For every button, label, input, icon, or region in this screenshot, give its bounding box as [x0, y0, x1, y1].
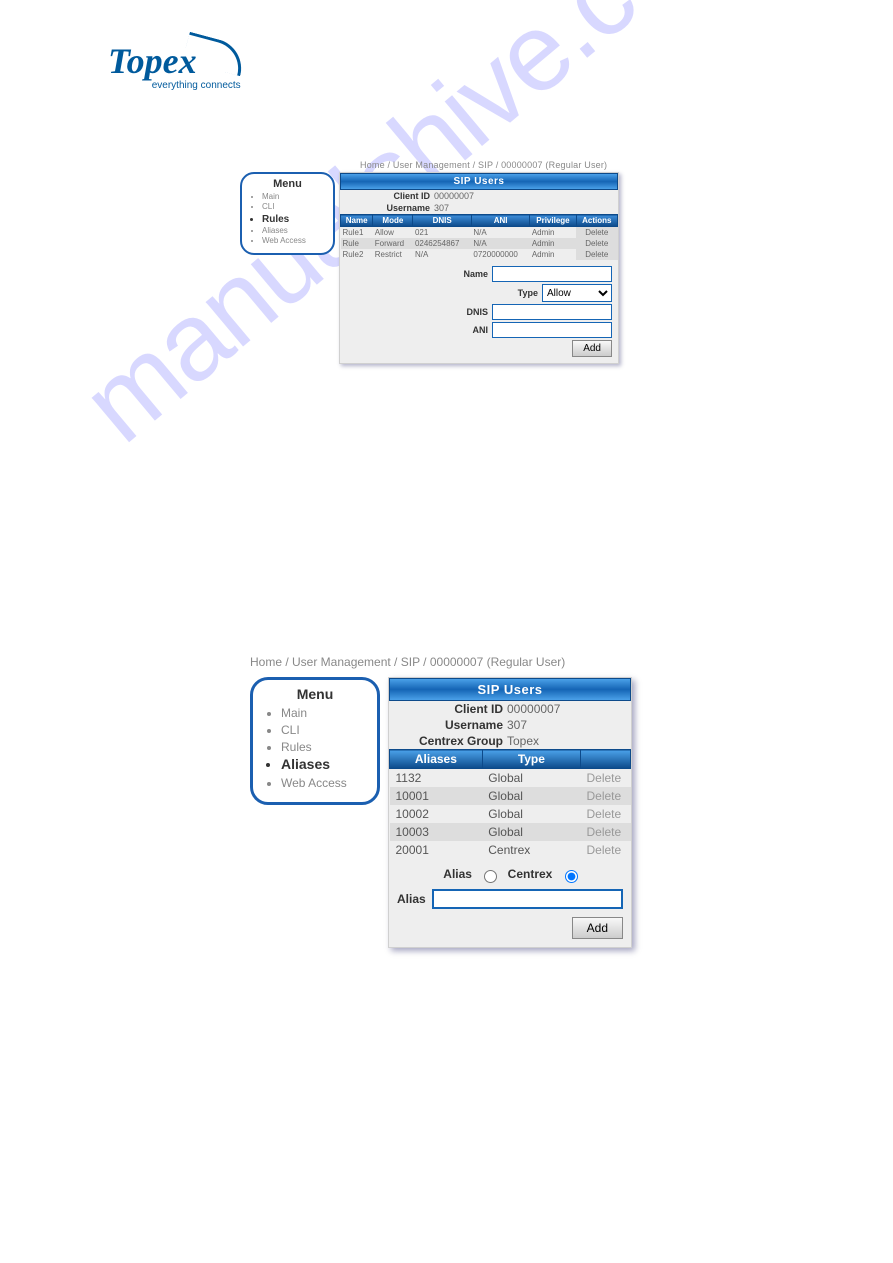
alias-input[interactable]	[432, 889, 623, 909]
ani-input[interactable]	[492, 322, 612, 338]
col-act: Actions	[576, 215, 617, 227]
menu-item-rules[interactable]: Rules	[262, 213, 327, 226]
radio-centrex-label: Centrex	[508, 867, 553, 881]
menu-title: Menu	[263, 686, 367, 702]
sip-users-panel: SIP Users Client ID00000007 Username307 …	[339, 172, 619, 364]
side-menu: Menu Main CLI Rules Aliases Web Access	[250, 677, 380, 805]
delete-link[interactable]: Delete	[581, 841, 631, 859]
centrex-label: Centrex Group	[397, 734, 507, 748]
delete-link[interactable]: Delete	[576, 249, 617, 260]
radio-alias-label: Alias	[443, 867, 472, 881]
alias-input-label: Alias	[397, 892, 426, 906]
username-label: Username	[397, 718, 507, 732]
rules-table: Name Mode DNIS ANI Privilege Actions Rul…	[340, 214, 618, 260]
username-value: 307	[507, 718, 527, 732]
radio-centrex[interactable]	[565, 870, 578, 883]
table-row: 10002 Global Delete	[390, 805, 631, 823]
username-label: Username	[344, 203, 434, 213]
table-row: Rule1 Allow 021 N/A Admin Delete	[341, 227, 618, 239]
add-button[interactable]: Add	[572, 917, 623, 939]
col-priv: Privilege	[530, 215, 576, 227]
client-id-value: 00000007	[507, 702, 560, 716]
dnis-label: DNIS	[466, 307, 488, 317]
table-row: 10003 Global Delete	[390, 823, 631, 841]
menu-title: Menu	[248, 178, 327, 190]
delete-link[interactable]: Delete	[581, 787, 631, 805]
menu-list: Main CLI Rules Aliases Web Access	[263, 705, 367, 792]
client-id-label: Client ID	[344, 191, 434, 201]
breadcrumb: Home / User Management / SIP / 00000007 …	[250, 655, 632, 669]
type-label: Type	[518, 288, 538, 298]
delete-link[interactable]: Delete	[581, 805, 631, 823]
name-input[interactable]	[492, 266, 612, 282]
client-id-label: Client ID	[397, 702, 507, 716]
dnis-input[interactable]	[492, 304, 612, 320]
topex-logo: Topex everything connects	[108, 40, 245, 91]
col-name: Name	[341, 215, 373, 227]
menu-item-main[interactable]: Main	[281, 705, 367, 722]
client-id-value: 00000007	[434, 191, 474, 201]
rule-form: Name Type Allow DNIS ANI Add	[340, 260, 618, 363]
rules-section: Home / User Management / SIP / 00000007 …	[240, 160, 619, 364]
alias-type-radios: Alias Centrex	[393, 867, 627, 883]
username-value: 307	[434, 203, 449, 213]
menu-item-aliases[interactable]: Aliases	[281, 755, 367, 775]
table-row: 20001 Centrex Delete	[390, 841, 631, 859]
radio-alias[interactable]	[484, 870, 497, 883]
type-select[interactable]: Allow	[542, 284, 612, 302]
delete-link[interactable]: Delete	[576, 238, 617, 249]
add-button[interactable]: Add	[572, 340, 612, 357]
delete-link[interactable]: Delete	[581, 769, 631, 788]
panel-title: SIP Users	[340, 173, 618, 190]
side-menu: Menu Main CLI Rules Aliases Web Access	[240, 172, 335, 255]
col-ani: ANI	[471, 215, 529, 227]
panel-title: SIP Users	[389, 678, 631, 701]
col-blank	[581, 750, 631, 769]
ani-label: ANI	[473, 325, 489, 335]
delete-link[interactable]: Delete	[576, 227, 617, 239]
breadcrumb: Home / User Management / SIP / 00000007 …	[360, 160, 619, 170]
centrex-value: Topex	[507, 734, 539, 748]
table-row: Rule2 Restrict N/A 0720000000 Admin Dele…	[341, 249, 618, 260]
sip-users-panel: SIP Users Client ID00000007 Username307 …	[388, 677, 632, 948]
table-row: Rule Forward 0246254867 N/A Admin Delete	[341, 238, 618, 249]
menu-item-cli[interactable]: CLI	[262, 202, 327, 212]
table-row: 1132 Global Delete	[390, 769, 631, 788]
name-label: Name	[463, 269, 488, 279]
menu-item-web[interactable]: Web Access	[262, 236, 327, 246]
col-type: Type	[482, 750, 580, 769]
col-mode: Mode	[373, 215, 413, 227]
menu-item-web[interactable]: Web Access	[281, 775, 367, 792]
aliases-table: Aliases Type 1132 Global Delete 10001 Gl…	[389, 749, 631, 859]
delete-link[interactable]: Delete	[581, 823, 631, 841]
menu-item-rules[interactable]: Rules	[281, 739, 367, 756]
menu-list: Main CLI Rules Aliases Web Access	[248, 192, 327, 247]
logo-tagline: everything connects	[108, 80, 245, 91]
menu-item-main[interactable]: Main	[262, 192, 327, 202]
col-aliases: Aliases	[390, 750, 483, 769]
col-dnis: DNIS	[413, 215, 471, 227]
menu-item-cli[interactable]: CLI	[281, 722, 367, 739]
table-row: 10001 Global Delete	[390, 787, 631, 805]
aliases-section: Home / User Management / SIP / 00000007 …	[250, 655, 632, 948]
menu-item-aliases[interactable]: Aliases	[262, 226, 327, 236]
